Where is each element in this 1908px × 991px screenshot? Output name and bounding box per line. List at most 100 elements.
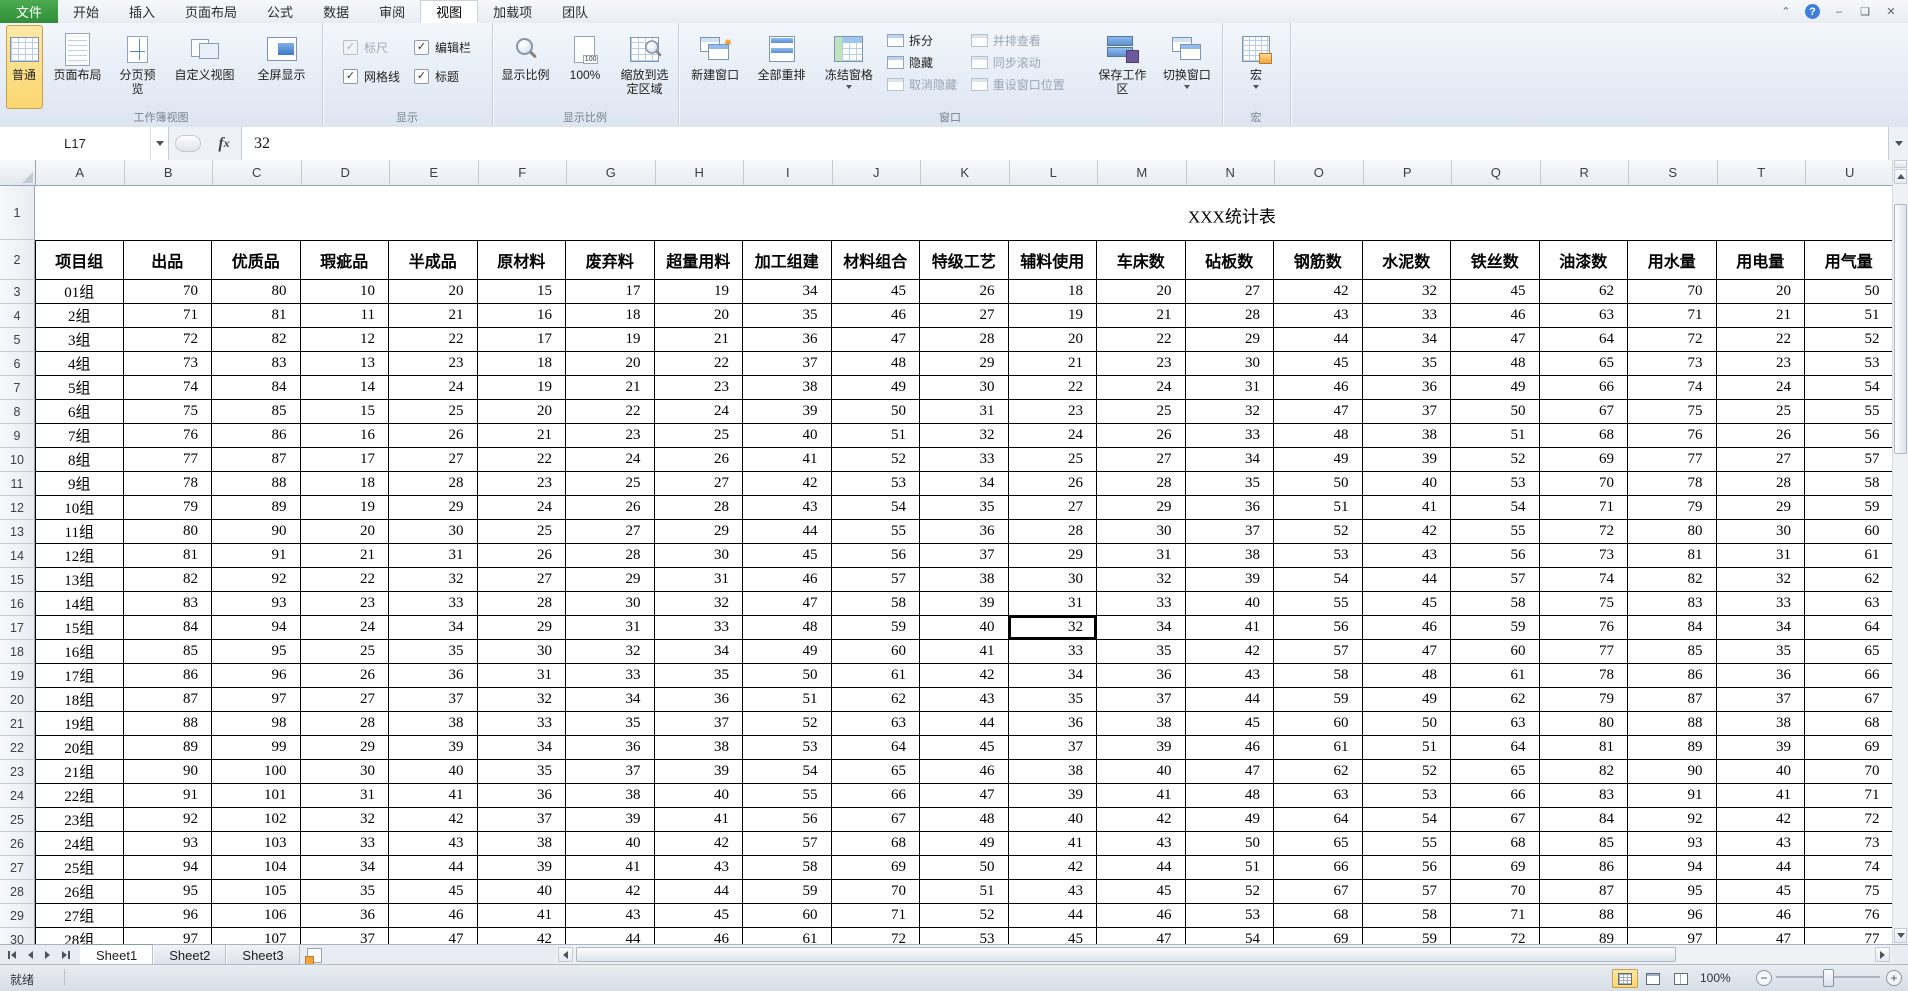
cell-L6[interactable]: 21 xyxy=(1009,352,1098,376)
header-cell-B2[interactable]: 出品 xyxy=(124,240,213,280)
cell-F13[interactable]: 25 xyxy=(478,520,567,544)
cell-F4[interactable]: 16 xyxy=(478,304,567,328)
cell-C6[interactable]: 83 xyxy=(212,352,301,376)
cell-N19[interactable]: 43 xyxy=(1186,664,1275,688)
cell-Q25[interactable]: 67 xyxy=(1451,808,1540,832)
insert-function-icon[interactable]: fx xyxy=(207,127,242,160)
cell-D26[interactable]: 33 xyxy=(301,832,390,856)
cell-S10[interactable]: 77 xyxy=(1628,448,1717,472)
cell-B15[interactable]: 82 xyxy=(124,568,213,592)
cell-F12[interactable]: 24 xyxy=(478,496,567,520)
cell-Q4[interactable]: 46 xyxy=(1451,304,1540,328)
sheet-tab-sheet3[interactable]: Sheet3 xyxy=(226,945,299,965)
full-screen-button[interactable]: 全屏显示 xyxy=(247,25,317,109)
cell-M5[interactable]: 22 xyxy=(1097,328,1186,352)
cell-R23[interactable]: 82 xyxy=(1540,760,1629,784)
cell-D7[interactable]: 14 xyxy=(301,376,390,400)
cell-P16[interactable]: 45 xyxy=(1363,592,1452,616)
cell-R27[interactable]: 86 xyxy=(1540,856,1629,880)
cell-N9[interactable]: 33 xyxy=(1186,424,1275,448)
cell-U11[interactable]: 58 xyxy=(1805,472,1893,496)
cell-S6[interactable]: 73 xyxy=(1628,352,1717,376)
cell-H13[interactable]: 29 xyxy=(655,520,744,544)
cell-A25[interactable]: 23组 xyxy=(35,808,124,832)
cell-S7[interactable]: 74 xyxy=(1628,376,1717,400)
cell-K10[interactable]: 33 xyxy=(920,448,1009,472)
cell-P17[interactable]: 46 xyxy=(1363,616,1452,640)
cell-C27[interactable]: 104 xyxy=(212,856,301,880)
ruler-checkbox[interactable]: ✓ 标尺 xyxy=(343,39,400,56)
cell-S9[interactable]: 76 xyxy=(1628,424,1717,448)
row-header-15[interactable]: 15 xyxy=(0,568,35,592)
cell-M28[interactable]: 45 xyxy=(1097,880,1186,904)
cell-I6[interactable]: 37 xyxy=(743,352,832,376)
cell-S21[interactable]: 88 xyxy=(1628,712,1717,736)
cell-L15[interactable]: 30 xyxy=(1009,568,1098,592)
cell-I26[interactable]: 57 xyxy=(743,832,832,856)
cell-H15[interactable]: 31 xyxy=(655,568,744,592)
cell-U6[interactable]: 53 xyxy=(1805,352,1893,376)
cell-Q12[interactable]: 54 xyxy=(1451,496,1540,520)
cell-S14[interactable]: 81 xyxy=(1628,544,1717,568)
cell-G26[interactable]: 40 xyxy=(566,832,655,856)
cell-O27[interactable]: 66 xyxy=(1274,856,1363,880)
cell-R26[interactable]: 85 xyxy=(1540,832,1629,856)
cell-I10[interactable]: 41 xyxy=(743,448,832,472)
cell-G28[interactable]: 42 xyxy=(566,880,655,904)
cell-J20[interactable]: 62 xyxy=(832,688,921,712)
cell-F26[interactable]: 38 xyxy=(478,832,567,856)
cell-B8[interactable]: 75 xyxy=(124,400,213,424)
cell-E12[interactable]: 29 xyxy=(389,496,478,520)
cell-A26[interactable]: 24组 xyxy=(35,832,124,856)
cell-M3[interactable]: 20 xyxy=(1097,280,1186,304)
cell-F21[interactable]: 33 xyxy=(478,712,567,736)
cell-E30[interactable]: 47 xyxy=(389,928,478,944)
cell-H3[interactable]: 19 xyxy=(655,280,744,304)
synchronous-scrolling-button[interactable]: 同步滚动 xyxy=(967,53,1093,71)
page-layout-view-button[interactable]: 页面布局 xyxy=(43,25,113,109)
cell-F29[interactable]: 41 xyxy=(478,904,567,928)
cell-Q24[interactable]: 66 xyxy=(1451,784,1540,808)
cell-R5[interactable]: 64 xyxy=(1540,328,1629,352)
cell-H26[interactable]: 42 xyxy=(655,832,744,856)
cell-C21[interactable]: 98 xyxy=(212,712,301,736)
cell-B28[interactable]: 95 xyxy=(124,880,213,904)
cell-G17[interactable]: 31 xyxy=(566,616,655,640)
cell-A19[interactable]: 17组 xyxy=(35,664,124,688)
cell-F23[interactable]: 35 xyxy=(478,760,567,784)
cell-B29[interactable]: 96 xyxy=(124,904,213,928)
cell-U15[interactable]: 62 xyxy=(1805,568,1893,592)
row-header-12[interactable]: 12 xyxy=(0,496,35,520)
cell-E4[interactable]: 21 xyxy=(389,304,478,328)
cell-O13[interactable]: 52 xyxy=(1274,520,1363,544)
cell-N27[interactable]: 51 xyxy=(1186,856,1275,880)
cell-E15[interactable]: 32 xyxy=(389,568,478,592)
cell-U19[interactable]: 66 xyxy=(1805,664,1893,688)
cell-T10[interactable]: 27 xyxy=(1717,448,1806,472)
cell-T7[interactable]: 24 xyxy=(1717,376,1806,400)
cell-O19[interactable]: 58 xyxy=(1274,664,1363,688)
cell-U25[interactable]: 72 xyxy=(1805,808,1893,832)
cell-N8[interactable]: 32 xyxy=(1186,400,1275,424)
cell-L7[interactable]: 22 xyxy=(1009,376,1098,400)
cell-O4[interactable]: 43 xyxy=(1274,304,1363,328)
cell-T21[interactable]: 38 xyxy=(1717,712,1806,736)
cell-U20[interactable]: 67 xyxy=(1805,688,1893,712)
cell-P11[interactable]: 40 xyxy=(1363,472,1452,496)
column-header-K[interactable]: K xyxy=(921,160,1010,186)
macros-button[interactable]: 宏 xyxy=(1230,25,1282,109)
cell-N28[interactable]: 52 xyxy=(1186,880,1275,904)
name-box[interactable]: L17 xyxy=(0,127,151,160)
cell-J3[interactable]: 45 xyxy=(832,280,921,304)
column-header-B[interactable]: B xyxy=(125,160,214,186)
cell-J30[interactable]: 72 xyxy=(832,928,921,944)
formula-bar-splitter[interactable] xyxy=(175,135,201,152)
tab-add-ins[interactable]: 加载项 xyxy=(478,0,547,23)
cell-S12[interactable]: 79 xyxy=(1628,496,1717,520)
cell-J13[interactable]: 55 xyxy=(832,520,921,544)
cell-Q30[interactable]: 72 xyxy=(1451,928,1540,944)
cell-D13[interactable]: 20 xyxy=(301,520,390,544)
cell-F24[interactable]: 36 xyxy=(478,784,567,808)
zoom-100-button[interactable]: 100 100% xyxy=(559,25,611,109)
cell-F14[interactable]: 26 xyxy=(478,544,567,568)
